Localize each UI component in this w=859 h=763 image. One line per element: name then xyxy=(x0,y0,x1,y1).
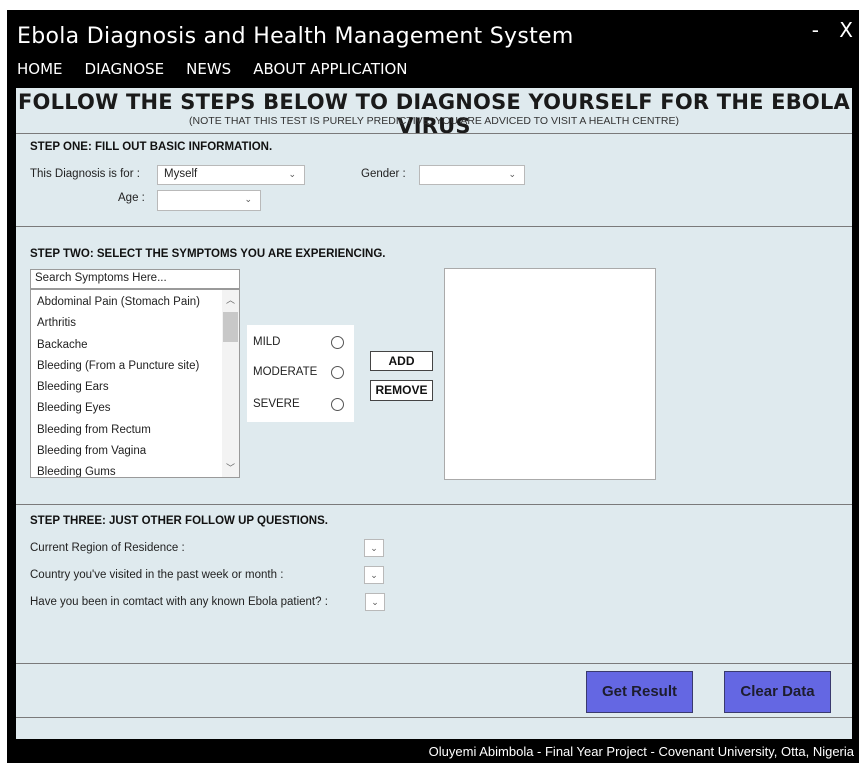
chevron-down-icon: ⌄ xyxy=(244,194,252,204)
selected-symptoms-list[interactable] xyxy=(444,268,656,480)
close-button[interactable]: X xyxy=(839,18,853,42)
remove-button[interactable]: REMOVE xyxy=(370,380,433,401)
scrollbar-thumb[interactable] xyxy=(223,312,238,342)
clear-data-button[interactable]: Clear Data xyxy=(724,671,831,713)
window-title: Ebola Diagnosis and Health Management Sy… xyxy=(17,24,574,49)
divider xyxy=(16,717,852,718)
chevron-down-icon: ⌄ xyxy=(508,169,516,179)
divider xyxy=(16,133,852,134)
diagnosis-for-value: Myself xyxy=(164,168,198,180)
diagnosis-for-label: This Diagnosis is for : xyxy=(30,168,140,180)
chevron-down-icon: ⌄ xyxy=(370,543,378,553)
severity-mild-label: MILD xyxy=(253,336,281,348)
list-item[interactable]: Abdominal Pain (Stomach Pain) xyxy=(31,292,223,313)
country-select[interactable]: ⌄ xyxy=(364,566,384,584)
region-select[interactable]: ⌄ xyxy=(364,539,384,557)
list-item[interactable]: Bleeding from Rectum xyxy=(31,420,223,441)
gender-label: Gender : xyxy=(361,168,406,180)
age-label: Age : xyxy=(118,192,145,204)
symptom-list-scrollbar[interactable]: ︿ ﹀ xyxy=(222,290,239,477)
diagnosis-panel: FOLLOW THE STEPS BELOW TO DIAGNOSE YOURS… xyxy=(16,88,852,739)
menu-item-news[interactable]: NEWS xyxy=(186,60,231,78)
diagnosis-for-select[interactable]: Myself ⌄ xyxy=(157,165,305,185)
divider xyxy=(16,226,852,227)
list-item[interactable]: Arthritis xyxy=(31,313,223,334)
main-menu: HOME DIAGNOSE NEWS ABOUT APPLICATION xyxy=(17,60,408,78)
list-item[interactable]: Bleeding Eyes xyxy=(31,398,223,419)
severity-moderate-label: MODERATE xyxy=(253,366,318,378)
severity-moderate-radio[interactable] xyxy=(331,366,344,379)
severity-mild-radio[interactable] xyxy=(331,336,344,349)
menu-item-home[interactable]: HOME xyxy=(17,60,63,78)
chevron-down-icon: ⌄ xyxy=(371,597,379,607)
footer-credit: Oluyemi Abimbola - Final Year Project - … xyxy=(428,744,854,759)
minimize-button[interactable]: - xyxy=(812,18,819,42)
country-question: Country you've visited in the past week … xyxy=(30,569,284,581)
gender-select[interactable]: ⌄ xyxy=(419,165,525,185)
list-item[interactable]: Bleeding (From a Puncture site) xyxy=(31,356,223,377)
list-item[interactable]: Bleeding Gums xyxy=(31,462,223,477)
step-one-heading: STEP ONE: FILL OUT BASIC INFORMATION. xyxy=(30,141,273,153)
step-three-heading: STEP THREE: JUST OTHER FOLLOW UP QUESTIO… xyxy=(30,515,328,527)
severity-mild[interactable]: MILD xyxy=(247,333,354,353)
severity-severe-label: SEVERE xyxy=(253,398,300,410)
page-title: FOLLOW THE STEPS BELOW TO DIAGNOSE YOURS… xyxy=(18,90,850,138)
list-item[interactable]: Bleeding Ears xyxy=(31,377,223,398)
divider xyxy=(16,663,852,664)
add-button[interactable]: ADD xyxy=(370,351,433,371)
symptom-list[interactable]: Abdominal Pain (Stomach Pain) Arthritis … xyxy=(30,289,240,478)
symptom-search-input[interactable]: Search Symptoms Here... xyxy=(30,269,240,289)
menu-item-about[interactable]: ABOUT APPLICATION xyxy=(253,60,407,78)
chevron-up-icon[interactable]: ︿ xyxy=(222,293,239,306)
severity-severe-radio[interactable] xyxy=(331,398,344,411)
chevron-down-icon: ⌄ xyxy=(288,169,296,179)
contact-select[interactable]: ⌄ xyxy=(365,593,385,611)
severity-moderate[interactable]: MODERATE xyxy=(247,363,354,383)
chevron-down-icon: ⌄ xyxy=(370,570,378,580)
region-question: Current Region of Residence : xyxy=(30,542,185,554)
page-subtitle: (NOTE THAT THIS TEST IS PURELY PREDICTIV… xyxy=(189,115,679,127)
list-item[interactable]: Bleeding from Vagina xyxy=(31,441,223,462)
get-result-button[interactable]: Get Result xyxy=(586,671,693,713)
step-two-heading: STEP TWO: SELECT THE SYMPTOMS YOU ARE EX… xyxy=(30,248,386,260)
menu-item-diagnose[interactable]: DIAGNOSE xyxy=(85,60,165,78)
contact-question: Have you been in comtact with any known … xyxy=(30,596,328,608)
severity-options: MILD MODERATE SEVERE xyxy=(247,325,354,422)
age-select[interactable]: ⌄ xyxy=(157,190,261,211)
chevron-down-icon[interactable]: ﹀ xyxy=(222,461,239,474)
divider xyxy=(16,504,852,505)
window-controls: - X xyxy=(798,18,853,42)
list-item[interactable]: Backache xyxy=(31,335,223,356)
severity-severe[interactable]: SEVERE xyxy=(247,395,354,415)
